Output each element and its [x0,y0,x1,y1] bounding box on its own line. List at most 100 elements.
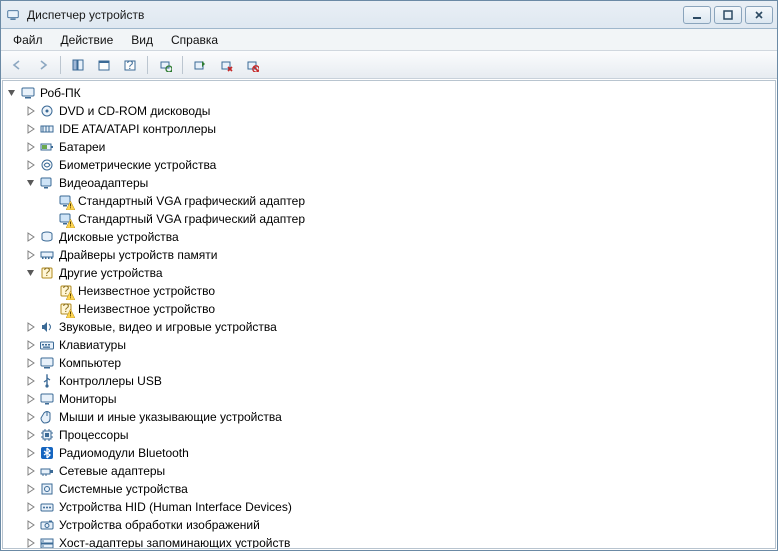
tree-item[interactable]: Системные устройства [24,480,773,498]
tree-item-label: IDE ATA/ATAPI контроллеры [59,122,216,136]
expand-toggle[interactable] [24,158,38,172]
warning-badge-icon [66,201,75,210]
disable-button[interactable] [240,54,264,76]
forward-button[interactable] [31,54,55,76]
tree-item[interactable]: Батареи [24,138,773,156]
back-button[interactable] [5,54,29,76]
tree-item-label: Системные устройства [59,482,188,496]
expand-toggle[interactable] [24,248,38,262]
expand-toggle[interactable] [24,446,38,460]
tree-item-label: Звуковые, видео и игровые устройства [59,320,277,334]
memory-driver-icon [39,247,55,263]
storage-host-icon [39,535,55,549]
tree-item-label: Контроллеры USB [59,374,162,388]
expand-toggle[interactable] [24,536,38,549]
expand-toggle[interactable] [24,338,38,352]
collapse-toggle[interactable] [24,266,38,280]
tree-item[interactable]: Мониторы [24,390,773,408]
tree-item-label: Другие устройства [59,266,163,280]
system-device-icon [39,481,55,497]
tree-item-label: Дисковые устройства [59,230,179,244]
battery-icon [39,139,55,155]
unknown-device-icon: ? [58,301,74,317]
tree-item[interactable]: Компьютер [24,354,773,372]
computer-icon [20,85,36,101]
tree-item-label: Устройства обработки изображений [59,518,260,532]
expand-toggle[interactable] [24,122,38,136]
collapse-toggle[interactable] [5,86,19,100]
close-button[interactable] [745,6,773,24]
menu-action[interactable]: Действие [53,31,122,49]
menu-view[interactable]: Вид [123,31,161,49]
tree-item-label: Биометрические устройства [59,158,216,172]
tree-item-label: Мыши и иные указывающие устройства [59,410,282,424]
expand-toggle[interactable] [24,104,38,118]
expand-toggle[interactable] [24,428,38,442]
tree-item[interactable]: Контроллеры USB [24,372,773,390]
biometric-icon [39,157,55,173]
tree-item[interactable]: Хост-адаптеры запоминающих устройств [24,534,773,549]
tree-item[interactable]: Дисковые устройства [24,228,773,246]
tree-item[interactable]: Мыши и иные указывающие устройства [24,408,773,426]
tree-item[interactable]: Устройства HID (Human Interface Devices) [24,498,773,516]
expand-toggle[interactable] [24,392,38,406]
tree-scroll[interactable]: Роб-ПКDVD и CD-ROM дисководы IDE ATA/ATAP… [2,80,776,549]
tree-item-label: Процессоры [59,428,129,442]
toolbar-separator [182,56,183,74]
tree-item[interactable]: Биометрические устройства [24,156,773,174]
expand-toggle[interactable] [24,374,38,388]
expand-toggle[interactable] [24,230,38,244]
tree-item[interactable]: Драйверы устройств памяти [24,246,773,264]
menu-help[interactable]: Справка [163,31,226,49]
tree-item[interactable]: Роб-ПК [5,84,773,102]
tree-item[interactable]: DVD и CD-ROM дисководы [24,102,773,120]
help-button[interactable]: ? [118,54,142,76]
scan-hardware-button[interactable] [153,54,177,76]
titlebar: Диспетчер устройств [1,1,777,29]
expand-toggle[interactable] [24,464,38,478]
toolbar: ? [1,51,777,79]
maximize-button[interactable] [714,6,742,24]
expand-toggle[interactable] [24,320,38,334]
expand-toggle[interactable] [24,410,38,424]
svg-text:?: ? [44,265,51,279]
tree-item[interactable]: ?Неизвестное устройство [43,282,773,300]
expand-toggle[interactable] [24,356,38,370]
update-driver-button[interactable] [188,54,212,76]
ide-controller-icon [39,121,55,137]
tree-item[interactable]: Стандартный VGA графический адаптер [43,210,773,228]
display-adapter-icon [58,193,74,209]
tree-item[interactable]: Сетевые адаптеры [24,462,773,480]
disk-drive-icon [39,229,55,245]
tree-item[interactable]: Видеоадаптеры [24,174,773,192]
display-adapter-icon [58,211,74,227]
warning-badge-icon [66,309,75,318]
tree-item[interactable]: Клавиатуры [24,336,773,354]
minimize-button[interactable] [683,6,711,24]
tree-item-label: Сетевые адаптеры [59,464,165,478]
menu-file[interactable]: Файл [5,31,51,49]
tree-item[interactable]: Устройства обработки изображений [24,516,773,534]
tree-item[interactable]: ?Неизвестное устройство [43,300,773,318]
collapse-toggle[interactable] [24,176,38,190]
show-hide-tree-button[interactable] [66,54,90,76]
tree-item-label: Клавиатуры [59,338,126,352]
warning-badge-icon [66,219,75,228]
tree-item[interactable]: Радиомодули Bluetooth [24,444,773,462]
expand-toggle[interactable] [24,518,38,532]
tree-item[interactable]: IDE ATA/ATAPI контроллеры [24,120,773,138]
tree-item[interactable]: Стандартный VGA графический адаптер [43,192,773,210]
tree-item-label: Хост-адаптеры запоминающих устройств [59,536,290,549]
expand-toggle[interactable] [24,482,38,496]
tree-item[interactable]: Процессоры [24,426,773,444]
tree-item-label: Устройства HID (Human Interface Devices) [59,500,292,514]
bluetooth-icon [39,445,55,461]
uninstall-button[interactable] [214,54,238,76]
properties-button[interactable] [92,54,116,76]
computer-icon [39,355,55,371]
expand-toggle[interactable] [24,500,38,514]
mouse-icon [39,409,55,425]
tree-item[interactable]: ? Другие устройства [24,264,773,282]
expand-toggle[interactable] [24,140,38,154]
tree-item[interactable]: Звуковые, видео и игровые устройства [24,318,773,336]
